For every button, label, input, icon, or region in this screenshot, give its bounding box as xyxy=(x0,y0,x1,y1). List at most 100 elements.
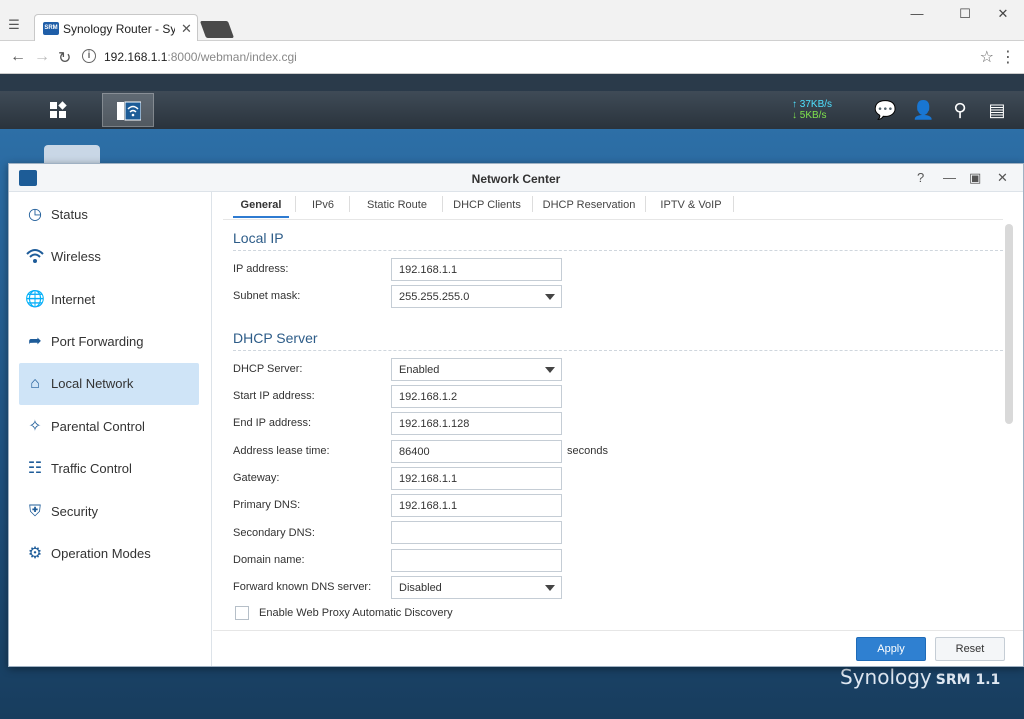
lease-time-input[interactable]: 86400 xyxy=(391,440,562,463)
search-icon[interactable]: ⚲ xyxy=(949,99,971,121)
secondary-dns-input[interactable] xyxy=(391,521,562,544)
window-titlebar[interactable]: Network Center ? — ▣ ✕ xyxy=(9,164,1023,192)
back-icon[interactable]: ← xyxy=(10,48,26,66)
end-ip-input[interactable]: 192.168.1.128 xyxy=(391,412,562,435)
user-icon[interactable]: 👤 xyxy=(912,99,934,121)
network-center-app-icon xyxy=(117,101,141,121)
forward-arrow-icon: ➦ xyxy=(28,333,42,350)
tab-general[interactable]: General xyxy=(233,192,289,218)
start-ip-input[interactable]: 192.168.1.2 xyxy=(391,385,562,408)
tab-dhcp-clients[interactable]: DHCP Clients xyxy=(448,192,526,218)
tab-separator xyxy=(645,196,646,212)
subnet-mask-select[interactable]: 255.255.255.0 xyxy=(391,285,562,308)
widgets-icon[interactable]: ▤ xyxy=(986,99,1008,121)
footer-divider xyxy=(213,630,1023,631)
lease-time-unit: seconds xyxy=(567,445,608,457)
srm-favicon-icon: SRM xyxy=(43,22,59,35)
wpad-checkbox[interactable] xyxy=(235,606,249,620)
ip-address-input[interactable]: 192.168.1.1 xyxy=(391,258,562,281)
sidebar-item-label: Internet xyxy=(51,292,96,307)
window-maximize-icon[interactable]: ▣ xyxy=(969,170,981,186)
scrollbar[interactable] xyxy=(1005,224,1013,424)
close-tab-icon[interactable]: ✕ xyxy=(181,21,192,37)
start-ip-label: Start IP address: xyxy=(233,390,315,402)
forward-dns-select[interactable]: Disabled xyxy=(391,576,562,599)
dhcp-server-select[interactable]: Enabled xyxy=(391,358,562,381)
gateway-input[interactable]: 192.168.1.1 xyxy=(391,467,562,490)
sidebar: ◷ Status Wireless 🌐 Internet ➦ Port Forw… xyxy=(9,192,212,666)
browser-tab[interactable]: SRM Synology Router - Synolo ✕ xyxy=(34,14,198,42)
tab-iptv-voip[interactable]: IPTV & VoIP xyxy=(653,192,729,218)
primary-dns-input[interactable]: 192.168.1.1 xyxy=(391,494,562,517)
sidebar-item-wireless[interactable]: Wireless xyxy=(19,236,199,278)
sidebar-item-operation-modes[interactable]: ⚙ Operation Modes xyxy=(19,533,199,575)
sidebar-item-label: Local Network xyxy=(51,376,134,391)
browser-menu-icon[interactable]: ⋮ xyxy=(1000,47,1016,67)
router-gear-icon: ⚙ xyxy=(27,545,43,562)
minimize-icon[interactable]: — xyxy=(902,6,932,21)
info-icon[interactable]: i xyxy=(82,49,96,63)
family-icon: ✧ xyxy=(28,418,42,435)
srm-taskbar: ↑ 37KB/s ↓ 5KB/s 💬 👤 ⚲ ▤ xyxy=(0,91,1024,129)
sidebar-item-status[interactable]: ◷ Status xyxy=(19,194,199,236)
sidebar-item-security[interactable]: ⛨ Security xyxy=(19,491,199,533)
tab-separator xyxy=(295,196,296,212)
network-speed: ↑ 37KB/s ↓ 5KB/s xyxy=(792,99,833,121)
dhcp-server-label: DHCP Server: xyxy=(233,363,303,375)
sidebar-item-internet[interactable]: 🌐 Internet xyxy=(19,279,199,321)
reset-button[interactable]: Reset xyxy=(935,637,1005,661)
apply-button[interactable]: Apply xyxy=(856,637,926,661)
sidebar-item-port-forwarding[interactable]: ➦ Port Forwarding xyxy=(19,321,199,363)
sidebar-item-label: Traffic Control xyxy=(51,461,132,476)
sidebar-item-local-network[interactable]: ⌂ Local Network xyxy=(19,363,199,405)
sidebar-item-label: Port Forwarding xyxy=(51,334,144,349)
window-title: Network Center xyxy=(471,172,561,186)
network-center-window: Network Center ? — ▣ ✕ ◷ Status Wireless… xyxy=(8,163,1024,667)
sidebar-item-label: Status xyxy=(51,207,88,222)
forward-dns-label: Forward known DNS server: xyxy=(233,581,372,593)
sidebar-item-parental-control[interactable]: ✧ Parental Control xyxy=(19,406,199,448)
incognito-icon: ☰ xyxy=(8,17,20,32)
lease-time-label: Address lease time: xyxy=(233,445,330,457)
sidebar-item-traffic-control[interactable]: ☷ Traffic Control xyxy=(19,448,199,490)
reload-icon[interactable]: ↻ xyxy=(58,48,71,68)
tab-ipv6[interactable]: IPv6 xyxy=(303,192,343,218)
upload-speed: 37KB/s xyxy=(799,99,833,110)
main-menu-button[interactable] xyxy=(32,93,84,127)
sidebar-item-label: Parental Control xyxy=(51,419,145,434)
section-divider xyxy=(233,250,1003,251)
forward-icon[interactable]: → xyxy=(34,48,50,66)
tab-separator xyxy=(349,196,350,212)
gauge-icon: ◷ xyxy=(28,206,42,223)
close-window-icon[interactable]: ✕ xyxy=(988,6,1018,22)
chat-icon[interactable]: 💬 xyxy=(874,99,896,121)
bookmark-star-icon[interactable]: ☆ xyxy=(980,47,994,67)
sidebar-item-label: Operation Modes xyxy=(51,546,151,561)
primary-dns-label: Primary DNS: xyxy=(233,499,301,511)
tab-separator xyxy=(733,196,734,212)
window-close-icon[interactable]: ✕ xyxy=(997,170,1008,186)
maximize-icon[interactable]: ☐ xyxy=(950,6,980,22)
section-divider xyxy=(233,350,1003,351)
domain-name-input[interactable] xyxy=(391,549,562,572)
new-tab-button[interactable] xyxy=(199,21,235,38)
url-input[interactable]: i 192.168.1.1:8000/webman/index.cgi ☆ xyxy=(80,46,998,70)
gateway-label: Gateway: xyxy=(233,472,280,484)
window-minimize-icon[interactable]: — xyxy=(943,170,956,185)
sliders-icon: ☷ xyxy=(27,460,43,477)
tab-separator xyxy=(442,196,443,212)
secondary-dns-label: Secondary DNS: xyxy=(233,527,315,539)
help-icon[interactable]: ? xyxy=(917,170,924,185)
subnet-mask-label: Subnet mask: xyxy=(233,290,301,302)
shield-icon: ⛨ xyxy=(28,503,41,520)
network-center-taskbar-button[interactable] xyxy=(102,93,154,127)
sidebar-item-label: Security xyxy=(51,504,98,519)
wifi-icon xyxy=(25,247,45,267)
url-text: 192.168.1.1:8000/webman/index.cgi xyxy=(104,50,297,64)
local-ip-heading: Local IP xyxy=(233,230,284,246)
home-network-icon: ⌂ xyxy=(30,375,40,392)
address-bar: ← → ↻ i 192.168.1.1:8000/webman/index.cg… xyxy=(0,41,1024,74)
wpad-label: Enable Web Proxy Automatic Discovery xyxy=(259,607,453,619)
tab-dhcp-reservation[interactable]: DHCP Reservation xyxy=(539,192,639,218)
tab-static-route[interactable]: Static Route xyxy=(357,192,437,218)
